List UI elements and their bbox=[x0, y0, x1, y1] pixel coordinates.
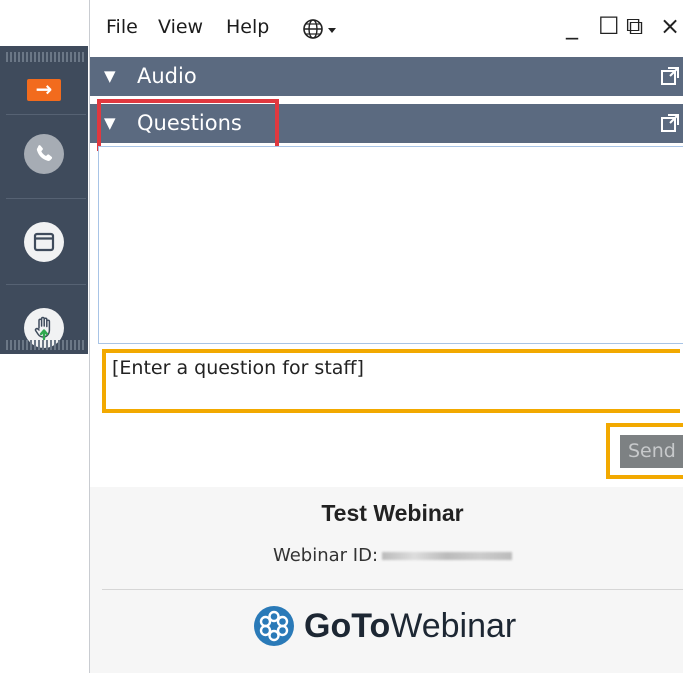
gotowebinar-logo-icon bbox=[254, 606, 294, 646]
questions-log[interactable] bbox=[98, 146, 683, 344]
globe-icon[interactable] bbox=[302, 17, 346, 45]
grab-tab-grip[interactable] bbox=[6, 340, 86, 350]
menu-bar: File View Help _ ☐ ⧉ × bbox=[90, 0, 683, 56]
popout-button[interactable]: ⧉ bbox=[626, 12, 643, 40]
menu-view[interactable]: View bbox=[158, 16, 203, 38]
divider bbox=[6, 284, 86, 285]
question-input[interactable]: [Enter a question for staff] bbox=[102, 349, 680, 413]
divider bbox=[102, 589, 683, 590]
menu-help[interactable]: Help bbox=[226, 16, 269, 38]
webinar-id-label: Webinar ID: bbox=[272, 545, 379, 566]
grab-tab-grip[interactable] bbox=[6, 52, 86, 62]
webinar-title: Test Webinar bbox=[321, 500, 464, 526]
popout-icon[interactable] bbox=[660, 66, 680, 91]
grab-tab: → bbox=[0, 46, 88, 354]
divider bbox=[6, 198, 86, 199]
audio-pane-header[interactable]: ▼ Audio bbox=[90, 57, 683, 96]
webinar-id: Webinar ID: bbox=[90, 545, 683, 566]
brand-webinar: Webinar bbox=[390, 606, 517, 645]
webinar-info: Test Webinar Webinar ID: GoToWebinar bbox=[90, 487, 683, 673]
minimize-button[interactable]: _ bbox=[566, 12, 578, 40]
phone-icon[interactable] bbox=[24, 134, 64, 174]
send-button[interactable]: Send bbox=[620, 435, 683, 468]
send-highlight: Send bbox=[606, 423, 683, 479]
collapse-triangle-icon[interactable]: ▼ bbox=[104, 114, 116, 132]
arrow-right-icon[interactable]: → bbox=[27, 79, 61, 101]
webinar-id-value bbox=[382, 552, 513, 560]
menu-file[interactable]: File bbox=[106, 16, 138, 38]
control-panel: File View Help _ ☐ ⧉ × ▼ Audio ▼ Questio… bbox=[89, 0, 683, 673]
maximize-button[interactable]: ☐ bbox=[598, 12, 620, 40]
divider bbox=[6, 114, 86, 115]
questions-pane-header[interactable]: ▼ Questions bbox=[90, 104, 683, 143]
popout-icon[interactable] bbox=[660, 113, 680, 138]
screen-icon[interactable] bbox=[24, 222, 64, 262]
audio-pane-title: Audio bbox=[137, 64, 197, 88]
collapse-triangle-icon[interactable]: ▼ bbox=[104, 67, 116, 85]
questions-pane-title: Questions bbox=[137, 111, 242, 135]
gotowebinar-logo: GoToWebinar bbox=[252, 604, 516, 648]
brand-goto: GoTo bbox=[304, 606, 391, 645]
close-button[interactable]: × bbox=[660, 12, 680, 40]
